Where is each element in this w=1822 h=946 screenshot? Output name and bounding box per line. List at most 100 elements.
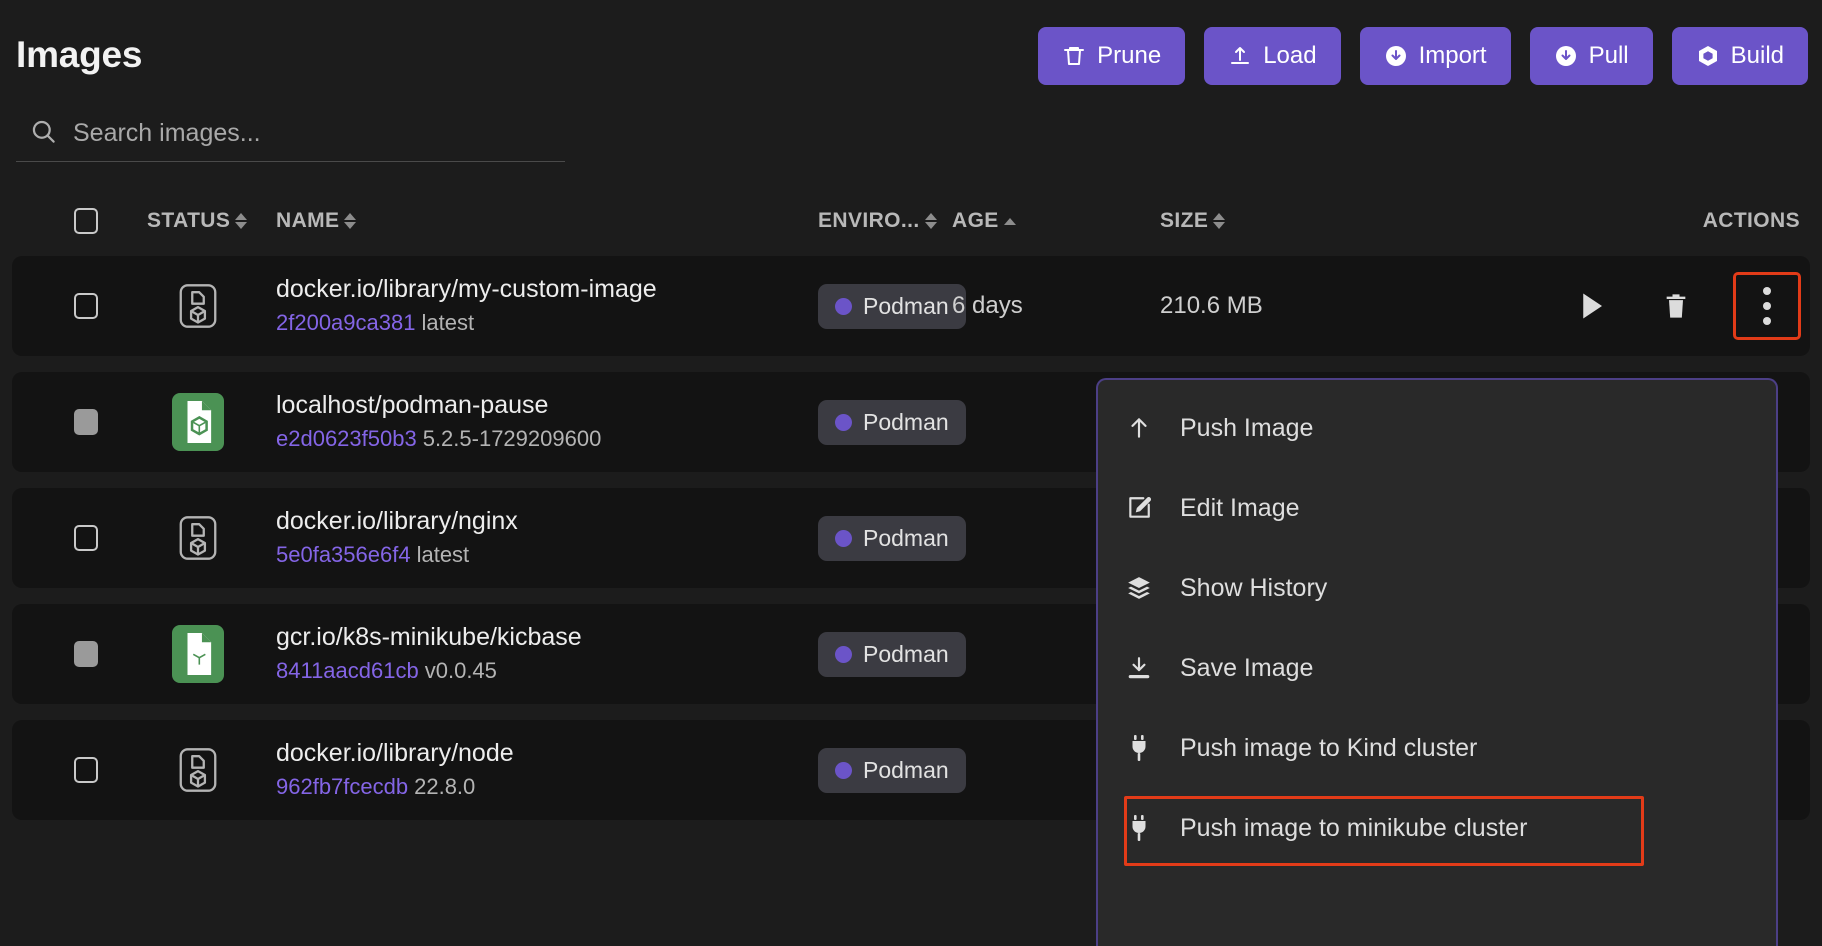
image-meta: e2d0623f50b35.2.5-1729209600	[276, 424, 601, 454]
podman-dot-icon	[835, 298, 852, 315]
sort-icon-size[interactable]	[1213, 213, 1225, 229]
menu-item-edit-image[interactable]: Edit Image	[1102, 468, 1772, 548]
podman-dot-icon	[835, 762, 852, 779]
page-header: Images Prune Load	[0, 0, 1822, 104]
image-name: gcr.io/k8s-minikube/kicbase	[276, 622, 582, 652]
image-unused-icon	[172, 741, 224, 799]
delete-icon[interactable]	[1652, 282, 1700, 330]
sort-icon-environment[interactable]	[925, 213, 937, 229]
environment-label: Podman	[863, 757, 949, 784]
row-environment-cell: Podman	[818, 488, 966, 588]
image-in-use-icon	[172, 625, 224, 683]
environment-badge: Podman	[818, 284, 966, 329]
page-title: Images	[16, 34, 142, 76]
image-sha: 8411aacd61cb	[276, 658, 419, 683]
row-name-cell: docker.io/library/node 962fb7fcecdb22.8.…	[276, 720, 514, 820]
images-page: Images Prune Load	[0, 0, 1822, 946]
build-button[interactable]: Build	[1672, 27, 1808, 85]
column-header-environment-label: ENVIRO...	[818, 209, 920, 233]
load-button-label: Load	[1263, 42, 1316, 70]
menu-item-push-to-kind[interactable]: Push image to Kind cluster	[1102, 708, 1772, 788]
table-header-row: STATUS NAME ENVIRO... AGE	[0, 190, 1822, 252]
row-checkbox[interactable]	[74, 757, 98, 783]
row-environment-cell: Podman	[818, 604, 966, 704]
cube-icon	[1696, 44, 1720, 68]
environment-badge: Podman	[818, 400, 966, 445]
column-header-actions-label: ACTIONS	[1703, 209, 1800, 233]
menu-item-push-image[interactable]: Push Image	[1102, 388, 1772, 468]
image-sha: 5e0fa356e6f4	[276, 542, 411, 567]
row-checkbox[interactable]	[74, 409, 98, 435]
row-status-cell	[172, 488, 224, 588]
image-tag: v0.0.45	[425, 658, 497, 683]
load-button[interactable]: Load	[1204, 27, 1340, 85]
header-toolbar: Prune Load Import	[1038, 27, 1808, 85]
plug-icon	[1124, 735, 1154, 761]
column-header-age[interactable]: AGE	[952, 190, 1016, 252]
image-sha: 2f200a9ca381	[276, 310, 415, 335]
row-checkbox[interactable]	[74, 641, 98, 667]
environment-badge: Podman	[818, 516, 966, 561]
row-checkbox-cell	[74, 372, 98, 472]
search-bar[interactable]	[16, 106, 565, 162]
import-button[interactable]: Import	[1360, 27, 1511, 85]
image-unused-icon	[172, 509, 224, 567]
menu-item-push-to-minikube[interactable]: Push image to minikube cluster	[1102, 788, 1772, 868]
sort-icon-age-active[interactable]	[1004, 218, 1016, 225]
column-header-age-label: AGE	[952, 209, 999, 233]
kebab-dots	[1763, 287, 1771, 325]
menu-item-label: Save Image	[1180, 654, 1313, 683]
column-header-name-label: NAME	[276, 209, 339, 233]
row-status-cell	[172, 372, 224, 472]
row-name-cell: docker.io/library/my-custom-image 2f200a…	[276, 256, 657, 356]
environment-badge: Podman	[818, 748, 966, 793]
pull-button[interactable]: Pull	[1530, 27, 1653, 85]
image-tag: 22.8.0	[414, 774, 475, 799]
menu-item-label: Push image to minikube cluster	[1180, 814, 1527, 843]
sort-icon-status[interactable]	[235, 213, 247, 229]
image-name: localhost/podman-pause	[276, 390, 548, 420]
menu-item-label: Edit Image	[1180, 494, 1300, 523]
row-environment-cell: Podman	[818, 256, 966, 356]
row-checkbox[interactable]	[74, 525, 98, 551]
kebab-icon[interactable]	[1736, 275, 1798, 337]
images-table: STATUS NAME ENVIRO... AGE	[0, 190, 1822, 252]
layers-icon	[1124, 575, 1154, 601]
column-header-environment[interactable]: ENVIRO...	[818, 190, 937, 252]
row-status-cell	[172, 256, 224, 356]
save-download-icon	[1124, 655, 1154, 681]
image-in-use-icon	[172, 393, 224, 451]
search-input[interactable]	[73, 119, 565, 148]
run-icon[interactable]	[1568, 282, 1616, 330]
image-tag: latest	[421, 310, 474, 335]
menu-item-save-image[interactable]: Save Image	[1102, 628, 1772, 708]
environment-label: Podman	[863, 641, 949, 668]
image-tag: 5.2.5-1729209600	[423, 426, 602, 451]
build-button-label: Build	[1731, 42, 1784, 70]
image-name: docker.io/library/my-custom-image	[276, 274, 657, 304]
image-meta: 8411aacd61cbv0.0.45	[276, 656, 497, 686]
row-checkbox-cell	[74, 720, 98, 820]
search-icon	[30, 118, 57, 150]
import-button-label: Import	[1419, 42, 1487, 70]
image-sha: e2d0623f50b3	[276, 426, 417, 451]
row-environment-cell: Podman	[818, 720, 966, 820]
row-checkbox[interactable]	[74, 293, 98, 319]
column-header-size[interactable]: SIZE	[1160, 190, 1225, 252]
row-size-cell: 210.6 MB	[1160, 256, 1263, 356]
row-age-cell: 6 days	[952, 256, 1023, 356]
table-row[interactable]: docker.io/library/my-custom-image 2f200a…	[12, 256, 1810, 356]
environment-label: Podman	[863, 525, 949, 552]
sort-icon-name[interactable]	[344, 213, 356, 229]
menu-item-label: Push Image	[1180, 414, 1313, 443]
row-checkbox-cell	[74, 604, 98, 704]
menu-item-show-history[interactable]: Show History	[1102, 548, 1772, 628]
plug-icon	[1124, 815, 1154, 841]
image-meta: 962fb7fcecdb22.8.0	[276, 772, 475, 802]
column-header-name[interactable]: NAME	[276, 190, 356, 252]
image-unused-icon	[172, 277, 224, 335]
select-all-checkbox[interactable]	[74, 208, 98, 234]
image-meta: 2f200a9ca381latest	[276, 308, 474, 338]
column-header-status[interactable]: STATUS	[147, 190, 247, 252]
prune-button[interactable]: Prune	[1038, 27, 1185, 85]
